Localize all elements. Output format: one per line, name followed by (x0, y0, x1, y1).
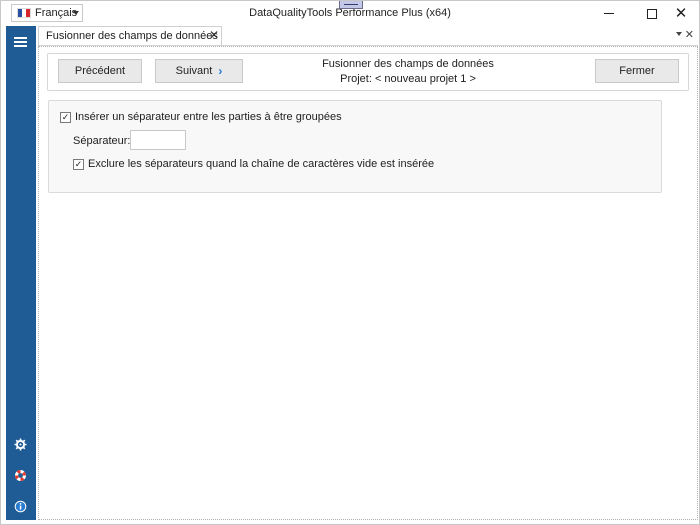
next-label: Suivant (175, 65, 213, 77)
window-grip-handle[interactable] (339, 1, 363, 9)
tab-list-dropdown-icon[interactable] (676, 32, 682, 36)
project-name: Projet: < nouveau projet 1 > (340, 73, 476, 85)
info-icon[interactable] (14, 500, 27, 513)
close-icon: ✕ (674, 5, 688, 22)
next-button[interactable]: Suivant › (155, 59, 243, 83)
tab-merge-fields[interactable]: Fusionner des champs de données ✕ (38, 26, 222, 45)
exclude-separators-checkbox[interactable]: ✓ (73, 158, 84, 170)
wizard-toolbar: Précédent Suivant › Fusionner des champs… (47, 53, 689, 91)
previous-button[interactable]: Précédent (58, 59, 142, 83)
document-tabstrip: Fusionner des champs de données ✕ ✕ (38, 26, 698, 46)
insert-separator-option[interactable]: ✓ Insérer un séparateur entre les partie… (60, 111, 342, 123)
tab-close-icon[interactable]: ✕ (209, 28, 219, 42)
separator-label: Séparateur: (73, 135, 131, 147)
insert-separator-checkbox[interactable]: ✓ (60, 111, 71, 123)
exclude-separators-option[interactable]: ✓ Exclure les séparateurs quand la chaîn… (73, 158, 434, 170)
wizard-title: Fusionner des champs de données (322, 58, 494, 70)
separator-options-group: ✓ Insérer un séparateur entre les partie… (48, 100, 662, 193)
chevron-right-icon: › (218, 64, 223, 78)
wizard-title-block: Fusionner des champs de données Projet: … (268, 57, 548, 87)
minimize-button[interactable] (591, 1, 627, 26)
lifebuoy-icon[interactable] (14, 469, 27, 482)
separator-input[interactable] (130, 130, 186, 150)
close-button[interactable]: Fermer (595, 59, 679, 83)
minimize-icon (604, 13, 614, 14)
gear-icon[interactable] (14, 438, 27, 451)
app-window: Français DataQualityTools Performance Pl… (0, 0, 700, 525)
close-window-button[interactable]: ✕ (663, 1, 699, 26)
content-panel: Précédent Suivant › Fusionner des champs… (38, 46, 698, 520)
insert-separator-label: Insérer un séparateur entre les parties … (75, 111, 342, 123)
tabstrip-close-icon[interactable]: ✕ (685, 28, 694, 41)
hamburger-icon[interactable] (14, 37, 27, 47)
close-label: Fermer (619, 65, 655, 77)
sidebar (6, 26, 36, 520)
exclude-separators-label: Exclure les séparateurs quand la chaîne … (88, 158, 435, 170)
tab-label: Fusionner des champs de données (46, 30, 218, 42)
previous-label: Précédent (74, 65, 126, 77)
maximize-icon (647, 8, 657, 19)
title-bar: Français DataQualityTools Performance Pl… (1, 1, 699, 26)
